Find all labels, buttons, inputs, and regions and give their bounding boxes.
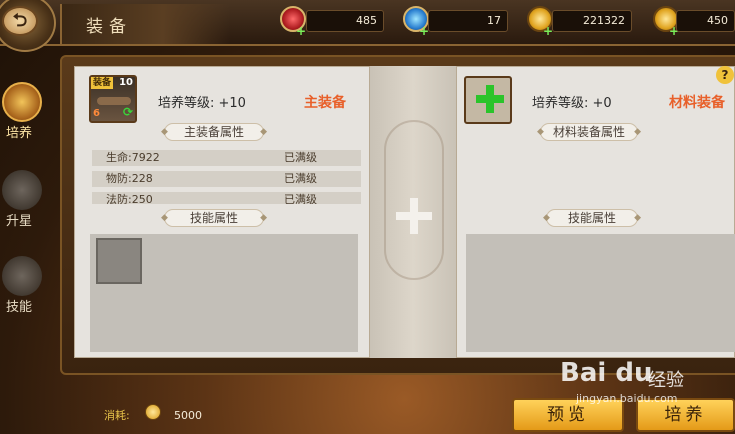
equipment-screen: ⮌ 装备 + 485 + 17 + 221322 + 450 培养 升星 技能 … [0,0,735,434]
add-plus-icon [476,84,504,116]
watermark-site: jingyan.baidu.com [576,392,678,405]
material-skill-header: 技能属性 [543,209,641,227]
attr-status: 已满级 [284,193,317,204]
cost-value: 5000 [174,409,202,422]
attr-name: 生命:7922 [106,151,160,164]
nav-skill-icon[interactable] [2,256,42,296]
main-skill-header: 技能属性 [161,209,267,227]
equip-item-icon [97,97,131,105]
coin-count: 450 [676,10,735,32]
equip-level-badge: 10 [119,77,133,88]
nav-item-star-up[interactable]: 升星 [0,210,38,229]
attr-row: 物防:228 已满级 [92,171,361,187]
material-equip-level: 培养等级: +0 [532,96,612,111]
nav-item-skill[interactable]: 技能 [0,296,38,315]
main-attr-header: 主装备属性 [161,123,267,141]
attr-row: 生命:7922 已满级 [92,150,361,166]
attr-name: 物防:228 [106,172,153,185]
attr-name: 法防:250 [106,193,153,204]
equip-quality-badge: 6 [93,108,100,119]
attr-status: 已满级 [284,151,317,164]
attr-row: 法防:250 已满级 [92,192,361,204]
main-equip-slot[interactable]: 装备 10 6 ⟳ [89,75,137,123]
gold-coin-icon [145,404,161,420]
material-skill-area [466,234,735,352]
red-gem-count: 485 [306,10,384,32]
main-equip-level: 培养等级: +10 [158,96,246,111]
back-button[interactable]: ⮌ [2,6,38,36]
material-attr-header: 材料装备属性 [537,123,641,141]
help-button[interactable]: ? [716,66,734,84]
equip-tag: 装备 [91,77,114,89]
watermark-text: 经验 [648,370,684,391]
refresh-icon: ⟳ [122,105,133,119]
cost-label: 消耗: [104,409,130,422]
blue-gem-count: 17 [428,10,508,32]
main-equip-role: 主装备 [304,95,346,111]
skill-slot-empty[interactable] [96,238,142,284]
attr-status: 已满级 [284,172,317,185]
nav-star-up-character-icon[interactable] [2,170,42,210]
nav-train-star-icon[interactable] [2,82,42,122]
combine-plus-icon [396,198,432,234]
page-title: 装备 [86,17,132,37]
title-tab: 装备 [60,4,230,44]
gold-count: 221322 [552,10,632,32]
nav-item-train[interactable]: 培养 [0,122,38,141]
material-equip-role: 材料装备 [669,95,725,111]
add-red-gem-button[interactable]: + [296,25,306,37]
add-material-slot[interactable] [464,76,512,124]
watermark-logo: Bai du [560,358,653,388]
